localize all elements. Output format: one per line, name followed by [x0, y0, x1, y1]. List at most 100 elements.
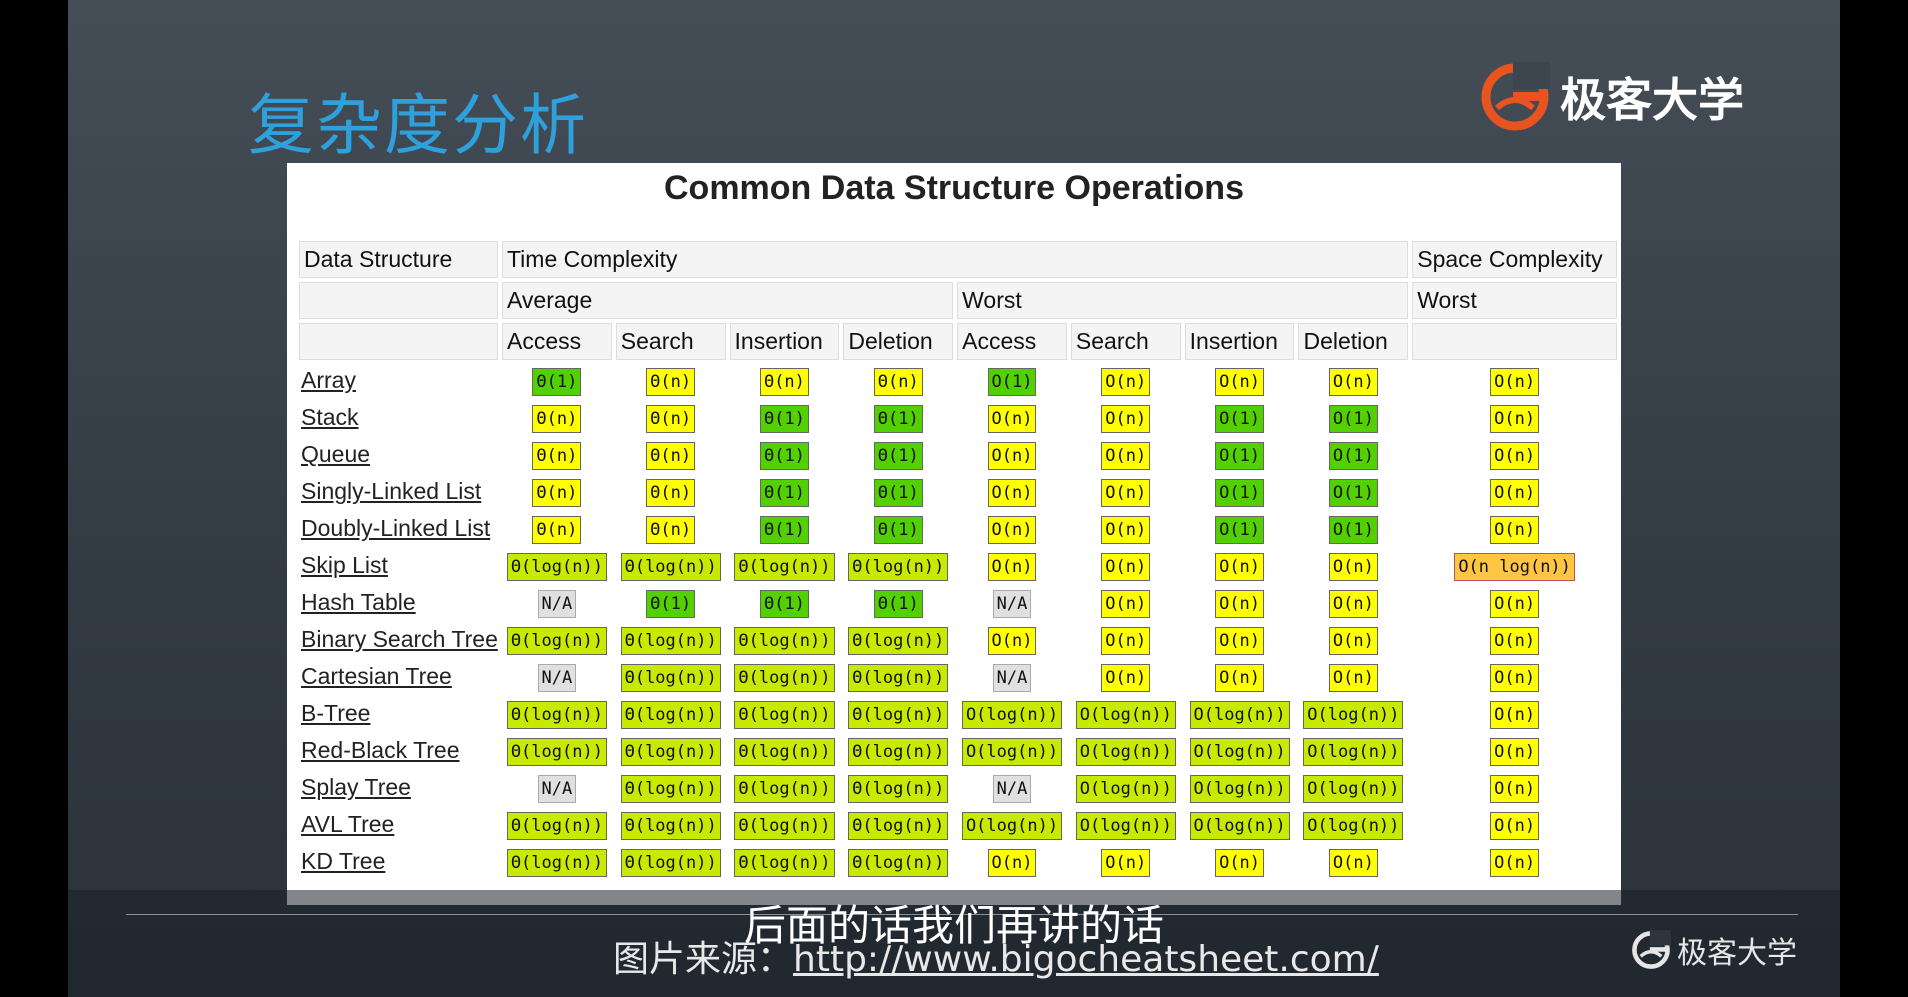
complexity-badge: Θ(1)	[759, 515, 809, 544]
complexity-cell: Θ(log(n))	[616, 660, 726, 693]
complexity-cell: O(n)	[1298, 660, 1408, 693]
header-row-2: Average Worst Worst	[299, 282, 1617, 319]
header-op: Deletion	[1298, 323, 1409, 360]
row-name-cell: Splay Tree	[299, 771, 498, 804]
row-name-cell: Singly-Linked List	[299, 475, 498, 508]
row-name-cell: Red-Black Tree	[299, 734, 498, 767]
complexity-badge: O(n)	[1101, 515, 1151, 544]
complexity-cell: O(n)	[1412, 697, 1617, 730]
complexity-cell: O(log(n))	[1071, 771, 1181, 804]
source-link[interactable]: http://www.bigocheatsheet.com/	[793, 939, 1379, 980]
complexity-cell: Θ(n)	[502, 475, 612, 508]
complexity-cell: O(n)	[1185, 623, 1295, 656]
complexity-badge: O(n)	[987, 848, 1037, 877]
table-row: Skip List Θ(log(n)) Θ(log(n)) Θ(log(n)) Θ(lo…	[299, 549, 1617, 582]
complexity-cell: O(n)	[957, 623, 1067, 656]
complexity-cell: O(n)	[1185, 660, 1295, 693]
complexity-badge: O(log(n))	[961, 737, 1063, 766]
complexity-badge: Θ(n)	[532, 478, 582, 507]
complexity-cell: O(1)	[1298, 438, 1408, 471]
complexity-cell: Θ(log(n))	[730, 623, 840, 656]
geek-university-logo-icon	[1481, 62, 1550, 131]
complexity-badge: O(n)	[1215, 848, 1265, 877]
header-row-1: Data Structure Time Complexity Space Com…	[299, 241, 1617, 278]
complexity-badge: O(n)	[1490, 478, 1540, 507]
row-name-cell: Array	[299, 364, 498, 397]
complexity-badge: O(1)	[1328, 515, 1378, 544]
complexity-cell: O(n log(n))	[1412, 549, 1617, 582]
complexity-badge: Θ(log(n))	[506, 700, 607, 729]
complexity-badge: Θ(n)	[646, 441, 696, 470]
data-structure-link[interactable]: Array	[301, 367, 356, 393]
complexity-cell: O(n)	[1298, 549, 1408, 582]
complexity-badge: O(n)	[1328, 367, 1378, 396]
data-structure-link[interactable]: Hash Table	[301, 589, 416, 615]
complexity-badge: O(n)	[1215, 367, 1265, 396]
data-structure-link[interactable]: AVL Tree	[301, 811, 394, 837]
complexity-cell: Θ(log(n))	[616, 771, 726, 804]
row-name-cell: Hash Table	[299, 586, 498, 619]
complexity-badge: Θ(1)	[646, 589, 696, 618]
complexity-cell: Θ(n)	[616, 364, 726, 397]
complexity-badge: O(n)	[1101, 404, 1151, 433]
complexity-cell: O(log(n))	[1298, 771, 1408, 804]
table-row: Red-Black Tree Θ(log(n)) Θ(log(n)) Θ(log(n)…	[299, 734, 1617, 767]
complexity-badge: Θ(1)	[873, 441, 923, 470]
complexity-badge: Θ(log(n))	[620, 737, 721, 766]
complexity-cell: O(n)	[1071, 438, 1181, 471]
complexity-badge: Θ(log(n))	[734, 626, 835, 655]
complexity-cell: Θ(log(n))	[730, 771, 840, 804]
complexity-badge: O(n)	[1215, 589, 1265, 618]
data-structure-link[interactable]: Stack	[301, 404, 359, 430]
complexity-badge: O(n)	[1490, 848, 1540, 877]
complexity-badge: Θ(log(n))	[506, 552, 607, 581]
complexity-cell: Θ(n)	[616, 475, 726, 508]
data-structure-link[interactable]: KD Tree	[301, 848, 385, 874]
complexity-cell: Θ(1)	[502, 364, 612, 397]
complexity-cell: Θ(log(n))	[730, 549, 840, 582]
complexity-cell: O(log(n))	[957, 734, 1067, 767]
complexity-badge: N/A	[537, 663, 577, 692]
complexity-badge: O(n)	[1101, 441, 1151, 470]
complexity-cell: N/A	[502, 660, 612, 693]
complexity-badge: Θ(log(n))	[620, 663, 721, 692]
complexity-cell: Θ(log(n))	[843, 549, 953, 582]
complexity-cell: Θ(n)	[502, 438, 612, 471]
data-structure-link[interactable]: Doubly-Linked List	[301, 515, 490, 541]
complexity-cell: Θ(1)	[843, 475, 953, 508]
complexity-cell: Θ(log(n))	[502, 623, 612, 656]
complexity-badge: Θ(1)	[759, 441, 809, 470]
complexity-badge: O(n)	[1490, 367, 1540, 396]
data-structure-link[interactable]: B-Tree	[301, 700, 370, 726]
data-structure-link[interactable]: Red-Black Tree	[301, 737, 460, 763]
complexity-badge: O(n)	[987, 441, 1037, 470]
complexity-badge: O(1)	[1215, 515, 1265, 544]
complexity-cell: N/A	[957, 586, 1067, 619]
complexity-cell: Θ(log(n))	[730, 697, 840, 730]
brand-logo: 极客大学	[1480, 62, 1744, 132]
source-label: 图片来源：	[613, 939, 794, 980]
complexity-cell: Θ(log(n))	[616, 697, 726, 730]
data-structure-link[interactable]: Queue	[301, 441, 370, 467]
complexity-badge: Θ(log(n))	[734, 700, 835, 729]
complexity-badge: O(n)	[1328, 663, 1378, 692]
complexity-cell: N/A	[957, 660, 1067, 693]
complexity-badge: O(n)	[1490, 589, 1540, 618]
complexity-badge: O(n)	[1101, 663, 1151, 692]
complexity-cell: O(n)	[1412, 438, 1617, 471]
complexity-badge: O(log(n))	[1303, 811, 1404, 840]
header-op: Access	[957, 323, 1067, 360]
complexity-badge: O(n)	[1328, 589, 1378, 618]
complexity-cell: Θ(1)	[730, 586, 840, 619]
data-structure-link[interactable]: Skip List	[301, 552, 388, 578]
row-name-cell: Doubly-Linked List	[299, 512, 498, 545]
complexity-cell: O(n)	[1185, 586, 1295, 619]
complexity-cell: O(n)	[1298, 586, 1408, 619]
row-name-cell: B-Tree	[299, 697, 498, 730]
data-structure-link[interactable]: Singly-Linked List	[301, 478, 481, 504]
complexity-cell: O(n)	[1071, 623, 1181, 656]
complexity-cell: Θ(log(n))	[616, 845, 726, 878]
data-structure-link[interactable]: Cartesian Tree	[301, 663, 452, 689]
data-structure-link[interactable]: Splay Tree	[301, 774, 411, 800]
data-structure-link[interactable]: Binary Search Tree	[301, 626, 498, 652]
